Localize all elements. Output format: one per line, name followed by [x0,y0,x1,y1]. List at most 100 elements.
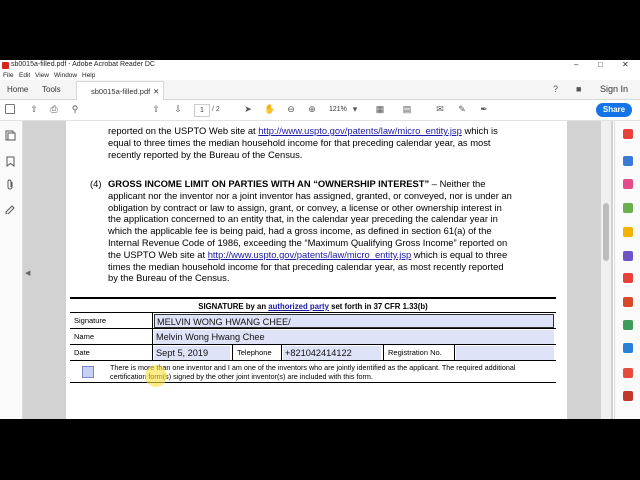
tab-document[interactable]: sb0015a-filled.pdf ✕ [76,81,164,100]
tab-home[interactable]: Home [7,85,28,94]
page-number-input[interactable]: 1 [194,104,210,117]
select-cursor-icon[interactable]: ➤ [243,104,253,114]
help-icon[interactable]: ? [553,84,558,94]
document-viewport[interactable]: ◀ reported on the USPTO Web site at http… [23,121,613,419]
menu-edit[interactable]: Edit [19,72,30,79]
name-field[interactable]: Melvin Wong Hwang Chee [154,330,554,344]
organize-pages-icon[interactable] [623,203,633,213]
close-window-icon[interactable]: ✕ [622,60,629,69]
signatures-panel-icon[interactable] [5,203,16,214]
comment-tool-icon[interactable] [623,227,633,237]
signature-form: SIGNATURE by an authorized party set for… [70,297,556,383]
combine-files-icon[interactable] [623,368,633,378]
signature-label: Signature [70,313,153,329]
date-label: Date [70,345,153,361]
item4-line-1: applicant nor the inventor nor a joint i… [108,189,512,201]
share-button[interactable]: Share [596,103,632,117]
vertical-scrollbar[interactable] [601,121,611,419]
zoom-level[interactable]: 121% [329,106,347,113]
hand-tool-icon[interactable]: ✋ [264,104,275,114]
left-navigation-rail [0,121,23,419]
window-title: sb0015a-filled.pdf - Adobe Acrobat Reade… [11,61,155,68]
registration-label: Registration No. [383,345,455,361]
mouse-cursor-highlight [145,365,167,387]
sign-in-link[interactable]: Sign In [600,84,628,94]
acrobat-logo-icon [2,62,9,69]
item4-line-4: which the applicable fee is being paid, … [108,225,492,237]
toolbar: ⇧ ⎙ ⚲ ⇧ ⇩ 1 / 2 ➤ ✋ ⊖ ⊕ 121% ▾ ▦ ▤ ✉ ✎ ✒ [0,100,640,121]
item4-line-6-tail: which is equal to three [413,248,508,260]
micro-entity-link-2[interactable]: http://www.uspto.gov/patents/law/micro_e… [208,249,412,260]
zoom-dropdown-icon[interactable]: ▾ [350,104,360,114]
item4-line-3: the application concerned to an entity t… [108,213,498,225]
pdf-page: reported on the USPTO Web site at http:/… [66,121,567,419]
search-icon[interactable]: ⚲ [70,104,80,114]
date-field[interactable]: Sept 5, 2019 [154,346,230,360]
item4-line-7: times the median household income for th… [108,260,504,272]
joint-inventor-row: There is more than one inventor and I am… [70,360,556,383]
next-page-icon[interactable]: ⇩ [173,104,183,114]
print-icon[interactable]: ⎙ [49,104,59,114]
authorized-party-link[interactable]: authorized party [268,302,329,311]
menu-help[interactable]: Help [82,72,95,79]
item4-heading: GROSS INCOME LIMIT ON PARTIES WITH AN “O… [108,178,430,189]
notifications-icon[interactable]: ■ [576,84,581,94]
send-for-signature-icon[interactable] [623,297,633,307]
micro-entity-link-1[interactable]: http://www.uspto.gov/patents/law/micro_e… [258,125,462,136]
name-row: Name Melvin Wong Hwang Chee [70,328,556,345]
more-tools-icon[interactable] [623,391,633,401]
export-pdf-icon[interactable] [623,129,633,139]
menu-bar: File Edit View Window Help [0,71,640,80]
attachments-icon[interactable] [5,179,16,190]
scroll-mode-icon[interactable]: ▤ [402,104,412,114]
highlight-pen-icon[interactable]: ✎ [457,104,467,114]
previous-page-icon[interactable]: ⇧ [151,104,161,114]
signature-row: Signature MELVIN WONG HWANG CHEE/ [70,312,556,329]
telephone-label: Telephone [232,345,282,361]
fill-sign-icon[interactable] [623,251,633,261]
telephone-field[interactable]: +821042414122 [283,346,381,360]
menu-file[interactable]: File [3,72,13,79]
item3-line-1: reported on the USPTO Web site at [108,125,256,136]
minimize-icon[interactable]: – [574,60,578,69]
comment-icon[interactable]: ✉ [435,104,445,114]
joint-inventor-checkbox[interactable] [82,366,94,378]
acrobat-window: sb0015a-filled.pdf - Adobe Acrobat Reade… [0,60,640,419]
document-tab-label: sb0015a-filled.pdf [91,87,151,96]
menu-view[interactable]: View [35,72,49,79]
scan-ocr-icon[interactable] [623,320,633,330]
create-pdf-icon[interactable] [623,156,633,166]
fit-page-icon[interactable]: ▦ [375,104,385,114]
close-tab-icon[interactable]: ✕ [153,87,159,96]
sign-icon[interactable]: ✒ [479,104,489,114]
compress-pdf-icon[interactable] [623,273,633,283]
save-icon[interactable] [5,104,15,114]
item4-line-8: by the Bureau of the Census. [108,272,230,284]
item3-line-2: equal to three times the median househol… [108,136,491,148]
zoom-in-icon[interactable]: ⊕ [307,104,317,114]
joint-inventor-note: There is more than one inventor and I am… [110,363,516,381]
item4-number: (4) [90,178,102,189]
page-total: / 2 [212,106,220,113]
item4-heading-tail: – Neither the [429,178,486,189]
item4-line-6: the USPTO Web site at [108,248,206,260]
collapse-left-icon[interactable]: ◀ [25,269,30,277]
protect-icon[interactable] [623,343,633,353]
menu-window[interactable]: Window [54,72,77,79]
signature-heading-pre: SIGNATURE by an [198,302,269,311]
item4-text: GROSS INCOME LIMIT ON PARTIES WITH AN “O… [108,178,563,284]
page-thumbnails-icon[interactable] [5,130,16,141]
scrollbar-thumb[interactable] [603,203,609,261]
bookmarks-icon[interactable] [5,156,16,167]
signature-field[interactable]: MELVIN WONG HWANG CHEE/ [154,314,554,328]
signature-heading: SIGNATURE by an authorized party set for… [70,301,556,312]
right-tools-rail [614,121,640,419]
tab-tools[interactable]: Tools [42,85,61,94]
tab-bar: Home Tools sb0015a-filled.pdf ✕ ? ■ Sign… [0,80,640,100]
maximize-icon[interactable]: □ [598,60,603,69]
name-label: Name [70,329,153,345]
edit-pdf-icon[interactable] [623,179,633,189]
zoom-out-icon[interactable]: ⊖ [286,104,296,114]
registration-field[interactable] [456,346,554,360]
upload-icon[interactable]: ⇧ [29,104,39,114]
